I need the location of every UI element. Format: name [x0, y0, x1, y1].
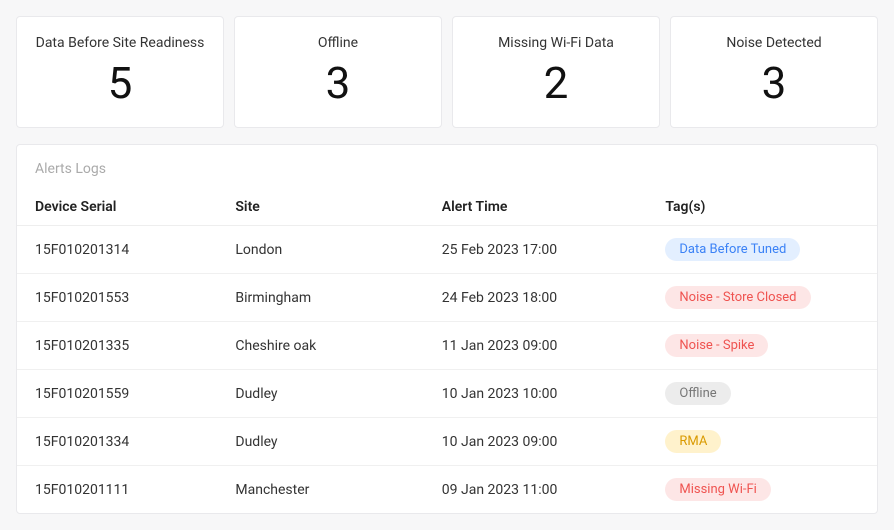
stat-card-missing-wifi-data[interactable]: Missing Wi-Fi Data 2 — [452, 16, 660, 128]
header-device-serial[interactable]: Device Serial — [17, 189, 223, 226]
tag-badge[interactable]: RMA — [665, 430, 721, 453]
table-row[interactable]: 15F010201553Birmingham24 Feb 2023 18:00 N… — [17, 274, 877, 322]
cell-tags: Noise - Store Closed — [653, 274, 877, 322]
stat-value: 5 — [29, 61, 211, 105]
cell-alert-time: 25 Feb 2023 17:00 — [430, 226, 654, 274]
table-row[interactable]: 15F010201559Dudley10 Jan 2023 10:00 Offli… — [17, 370, 877, 418]
cell-site: Dudley — [223, 418, 429, 466]
alerts-logs-title: Alerts Logs — [17, 145, 877, 189]
table-row[interactable]: 15F010201335Cheshire oak11 Jan 2023 09:0… — [17, 322, 877, 370]
table-row[interactable]: 15F010201334Dudley10 Jan 2023 09:00 RMA — [17, 418, 877, 466]
cell-site: Dudley — [223, 370, 429, 418]
header-alert-time[interactable]: Alert Time — [430, 189, 654, 226]
table-row[interactable]: 15F010201111Manchester09 Jan 2023 11:00 M… — [17, 466, 877, 514]
cell-tags: Offline — [653, 370, 877, 418]
cell-tags: RMA — [653, 418, 877, 466]
cell-alert-time: 11 Jan 2023 09:00 — [430, 322, 654, 370]
table-header-row: Device Serial Site Alert Time Tag(s) — [17, 189, 877, 226]
tag-badge[interactable]: Missing Wi-Fi — [665, 478, 770, 501]
cell-tags: Noise - Spike — [653, 322, 877, 370]
cell-tags: Data Before Tuned — [653, 226, 877, 274]
tag-badge[interactable]: Offline — [665, 382, 730, 405]
cell-tags: Missing Wi-Fi — [653, 466, 877, 514]
table-row[interactable]: 15F010201314London25 Feb 2023 17:00 Data … — [17, 226, 877, 274]
cell-site: Manchester — [223, 466, 429, 514]
stat-label: Data Before Site Readiness — [29, 35, 211, 51]
stat-card-data-before-site-readiness[interactable]: Data Before Site Readiness 5 — [16, 16, 224, 128]
stats-row: Data Before Site Readiness 5 Offline 3 M… — [16, 16, 878, 128]
cell-alert-time: 10 Jan 2023 09:00 — [430, 418, 654, 466]
cell-site: London — [223, 226, 429, 274]
cell-device-serial: 15F010201111 — [17, 466, 223, 514]
stat-card-offline[interactable]: Offline 3 — [234, 16, 442, 128]
stat-value: 2 — [465, 61, 647, 105]
stat-label: Missing Wi-Fi Data — [465, 35, 647, 51]
tag-badge[interactable]: Noise - Store Closed — [665, 286, 810, 309]
cell-alert-time: 10 Jan 2023 10:00 — [430, 370, 654, 418]
header-tags[interactable]: Tag(s) — [653, 189, 877, 226]
stat-value: 3 — [683, 61, 865, 105]
cell-device-serial: 15F010201335 — [17, 322, 223, 370]
cell-alert-time: 09 Jan 2023 11:00 — [430, 466, 654, 514]
stat-card-noise-detected[interactable]: Noise Detected 3 — [670, 16, 878, 128]
cell-device-serial: 15F010201314 — [17, 226, 223, 274]
tag-badge[interactable]: Data Before Tuned — [665, 238, 800, 261]
alerts-logs-panel: Alerts Logs Device Serial Site Alert Tim… — [16, 144, 878, 514]
cell-site: Birmingham — [223, 274, 429, 322]
cell-alert-time: 24 Feb 2023 18:00 — [430, 274, 654, 322]
header-site[interactable]: Site — [223, 189, 429, 226]
tag-badge[interactable]: Noise - Spike — [665, 334, 768, 357]
cell-device-serial: 15F010201553 — [17, 274, 223, 322]
stat-label: Offline — [247, 35, 429, 51]
alerts-logs-table: Device Serial Site Alert Time Tag(s) 15F… — [17, 189, 877, 513]
cell-device-serial: 15F010201334 — [17, 418, 223, 466]
cell-site: Cheshire oak — [223, 322, 429, 370]
stat-label: Noise Detected — [683, 35, 865, 51]
stat-value: 3 — [247, 61, 429, 105]
cell-device-serial: 15F010201559 — [17, 370, 223, 418]
